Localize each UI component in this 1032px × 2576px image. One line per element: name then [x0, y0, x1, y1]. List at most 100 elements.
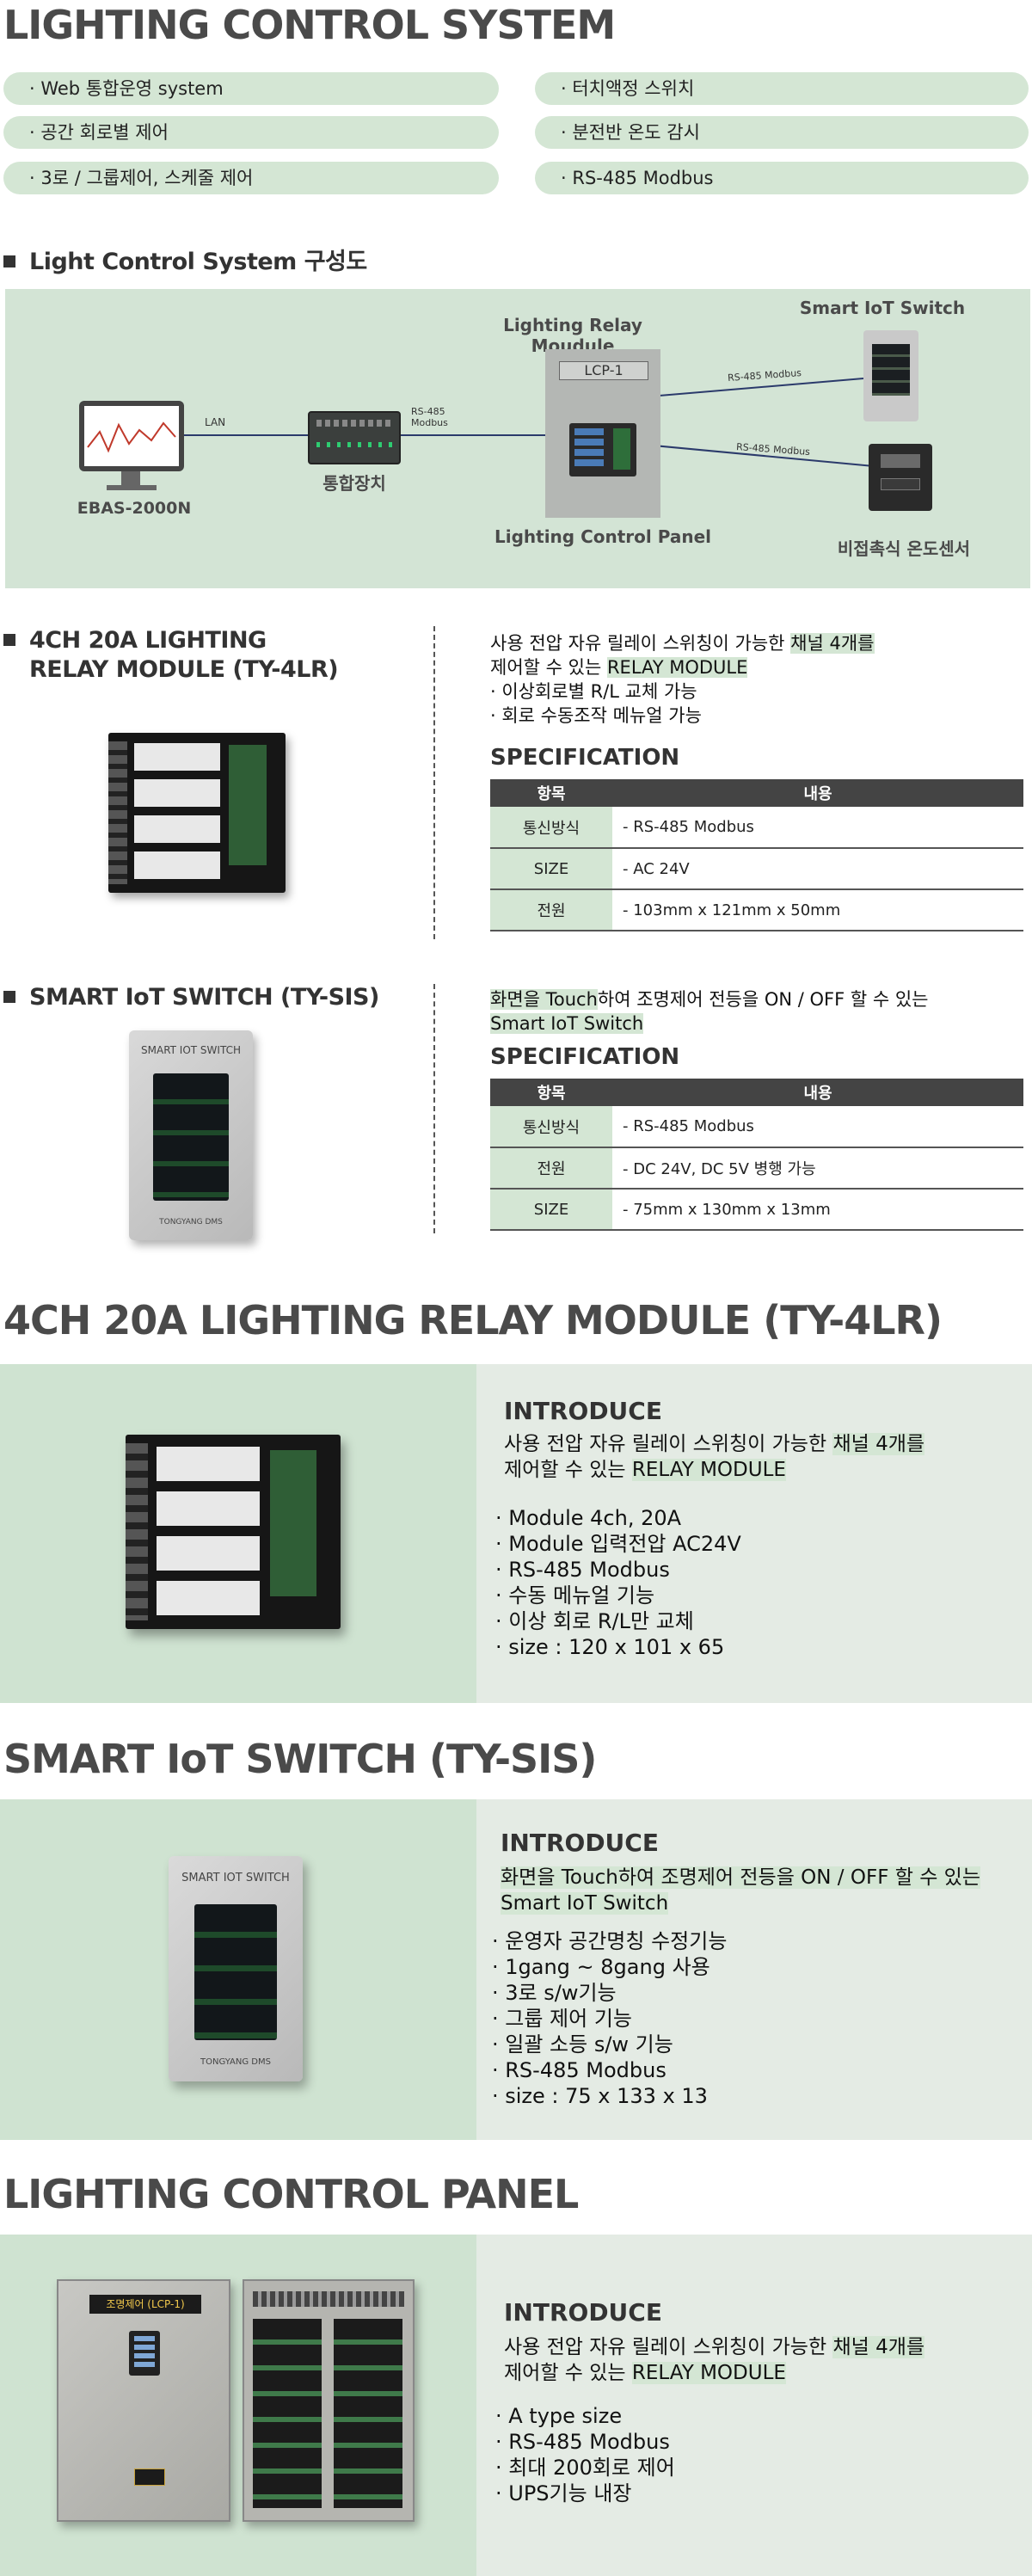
smart-switch-label: Smart IoT Switch	[799, 298, 966, 318]
section-switch-intro: INTRODUCE	[501, 1829, 659, 1857]
keypad-icon	[129, 2331, 160, 2376]
section-panel-heading: LIGHTING CONTROL PANEL	[3, 2171, 579, 2217]
section-switch-heading: SMART IoT SWITCH (TY-SIS)	[3, 1736, 597, 1782]
spec-value: - AC 24V	[612, 848, 1023, 890]
list-item: · UPS기능 내장	[495, 2481, 632, 2505]
bullet-square	[3, 991, 15, 1003]
feature-pill: · 공간 회로별 제어	[3, 116, 499, 149]
relay-module-icon	[569, 423, 636, 476]
product2-desc-a: 하여 조명제어 전등을 ON / OFF 할 수 있는	[597, 989, 929, 1010]
product2-spec-title: SPECIFICATION	[490, 1044, 680, 1070]
cabinet-plate	[134, 2468, 165, 2486]
section-panel-desc-a: 사용 전압 자유 릴레이 스위칭이 가능한	[504, 2336, 833, 2358]
section-relay-desc-hl2: RELAY MODULE	[631, 1459, 786, 1481]
spec-header: 항목	[490, 779, 612, 807]
list-item: · RS-485 Modbus	[492, 2058, 666, 2082]
bullet-square	[3, 255, 15, 267]
list-item: · Module 입력전압 AC24V	[495, 1532, 741, 1556]
switch-device-brand: TONGYANG DMS	[159, 1218, 223, 1227]
spec-key: SIZE	[490, 848, 612, 890]
cabinet-label: 조명제어 (LCP-1)	[89, 2295, 201, 2314]
spec-header: 내용	[612, 779, 1023, 807]
rs485-label: RS-485 Modbus	[411, 406, 448, 428]
section-relay-description: 사용 전압 자유 릴레이 스위칭이 가능한 채널 4개를 제어할 수 있는 RE…	[504, 1431, 1020, 1483]
monitor-base-icon	[107, 485, 157, 490]
spec-key: 통신방식	[490, 1106, 612, 1148]
list-item: · RS-485 Modbus	[495, 1558, 670, 1582]
list-item: · RS-485 Modbus	[495, 2430, 670, 2454]
section-relay-intro: INTRODUCE	[504, 1397, 662, 1425]
control-panel-box: LCP-1	[545, 349, 660, 518]
smart-switch-photo: SMART IOT SWITCH TONGYANG DMS	[129, 1030, 253, 1240]
switch-device-brand: TONGYANG DMS	[200, 2057, 271, 2067]
switch-screen	[153, 1073, 229, 1201]
product2-spec-table: 항목 내용 통신방식 - RS-485 Modbus 전원 - DC 24V, DC …	[490, 1079, 1023, 1231]
product1-desc-b: 제어할 수 있는	[490, 657, 607, 678]
section-relay-bullets: · Module 4ch, 20A · Module 입력전압 AC24V · …	[495, 1505, 741, 1660]
section-relay-desc-hl1: 채널 4개를	[832, 1433, 925, 1455]
section-relay-heading: 4CH 20A LIGHTING RELAY MODULE (TY-4LR)	[3, 1297, 943, 1343]
lcp-tag: LCP-1	[559, 361, 648, 380]
feature-pill: · RS-485 Modbus	[535, 162, 1029, 194]
spec-value: - RS-485 Modbus	[612, 807, 1023, 849]
rs485-label-line2: Modbus	[411, 417, 448, 428]
product1-desc-hl1: 채널 4개를	[790, 633, 875, 654]
section-relay-desc-b: 제어할 수 있는	[504, 1459, 632, 1481]
page-title: LIGHTING CONTROL SYSTEM	[3, 2, 616, 48]
lan-label: LAN	[205, 416, 226, 428]
feature-pill: · 3로 / 그룹제어, 스케줄 제어	[3, 162, 499, 194]
list-item: · 3로 s/w기능	[492, 1981, 617, 2005]
switch-screen	[194, 1904, 277, 2040]
spec-key: 통신방식	[490, 807, 612, 849]
product2-description: 화면을 Touch하여 조명제어 전등을 ON / OFF 할 수 있는 Sma…	[490, 987, 1006, 1036]
cabinet-door-photo: 조명제어 (LCP-1)	[57, 2279, 230, 2522]
monitor-icon	[79, 401, 184, 471]
divider-dashed	[433, 626, 435, 939]
list-item: · size : 120 x 101 x 65	[495, 1635, 725, 1659]
product1-title-line2: RELAY MODULE (TY-4LR)	[29, 656, 339, 683]
section-switch-bullets: · 운영자 공간명칭 수정기능 · 1gang ~ 8gang 사용 · 3로 …	[492, 1928, 727, 2109]
list-item: · 최대 200회로 제어	[495, 2456, 675, 2480]
section-panel-description: 사용 전압 자유 릴레이 스위칭이 가능한 채널 4개를 제어할 수 있는 RE…	[504, 2334, 1020, 2386]
section-panel-intro: INTRODUCE	[504, 2298, 662, 2327]
feature-pill: · 터치액정 스위치	[535, 72, 1029, 105]
spec-value: - 75mm x 130mm x 13mm	[612, 1189, 1023, 1231]
section-switch-description: 화면을 Touch하여 조명제어 전등을 ON / OFF 할 수 있는 Sma…	[501, 1865, 1025, 1916]
spec-key: 전원	[490, 889, 612, 931]
integration-label: 통합장치	[322, 473, 386, 494]
spec-value: - DC 24V, DC 5V 병행 가능	[612, 1147, 1023, 1190]
feature-pill: · 분전반 온도 감시	[535, 116, 1029, 149]
product1-title: 4CH 20A LIGHTING RELAY MODULE (TY-4LR)	[3, 626, 339, 685]
temp-sensor-icon	[869, 444, 932, 511]
product1-desc-a: 사용 전압 자유 릴레이 스위칭이 가능한	[490, 633, 791, 654]
spec-header: 항목	[490, 1079, 612, 1106]
spec-value: - RS-485 Modbus	[612, 1106, 1023, 1148]
list-item: · 1gang ~ 8gang 사용	[492, 1955, 710, 1979]
list-item: · Module 4ch, 20A	[495, 1506, 682, 1530]
product2-desc-hl1: 화면을 Touch	[490, 989, 598, 1010]
list-item: · size : 75 x 133 x 13	[492, 2084, 708, 2108]
product1-bullet: · 회로 수동조작 메뉴얼 가능	[490, 705, 702, 726]
list-item: · 수동 메뉴얼 기능	[495, 1583, 655, 1608]
spec-key: SIZE	[490, 1189, 612, 1231]
product1-title-line1: 4CH 20A LIGHTING	[29, 627, 267, 654]
list-item: · 이상 회로 R/L만 교체	[495, 1609, 694, 1633]
list-item: · 그룹 제어 기능	[492, 2007, 632, 2031]
list-item: · A type size	[495, 2404, 623, 2428]
product1-spec-table: 항목 내용 통신방식 - RS-485 Modbus SIZE - AC 24V 전원…	[490, 779, 1023, 931]
spec-value: - 103mm x 121mm x 50mm	[612, 889, 1023, 931]
divider-dashed	[433, 984, 435, 1233]
cabinet-open-photo	[243, 2279, 415, 2522]
rs485-label-line1: RS-485	[411, 406, 445, 417]
spec-key: 전원	[490, 1147, 612, 1190]
feature-pill: · Web 통합운영 system	[3, 72, 499, 105]
section-switch-desc-a: 하여 조명제어 전등을 ON / OFF 할 수 있는	[617, 1866, 981, 1889]
relay-module-photo	[108, 733, 286, 893]
section-panel-desc-hl1: 채널 4개를	[832, 2336, 925, 2358]
ebas-label: EBAS-2000N	[77, 499, 192, 518]
smart-switch-large-photo: SMART IOT SWITCH TONGYANG DMS	[169, 1856, 303, 2081]
product1-bullet: · 이상회로별 R/L 교체 가능	[490, 681, 697, 702]
section-relay-desc-a: 사용 전압 자유 릴레이 스위칭이 가능한	[504, 1433, 833, 1455]
relay-module-large-photo	[126, 1435, 341, 1629]
smart-switch-device-icon	[863, 330, 918, 421]
